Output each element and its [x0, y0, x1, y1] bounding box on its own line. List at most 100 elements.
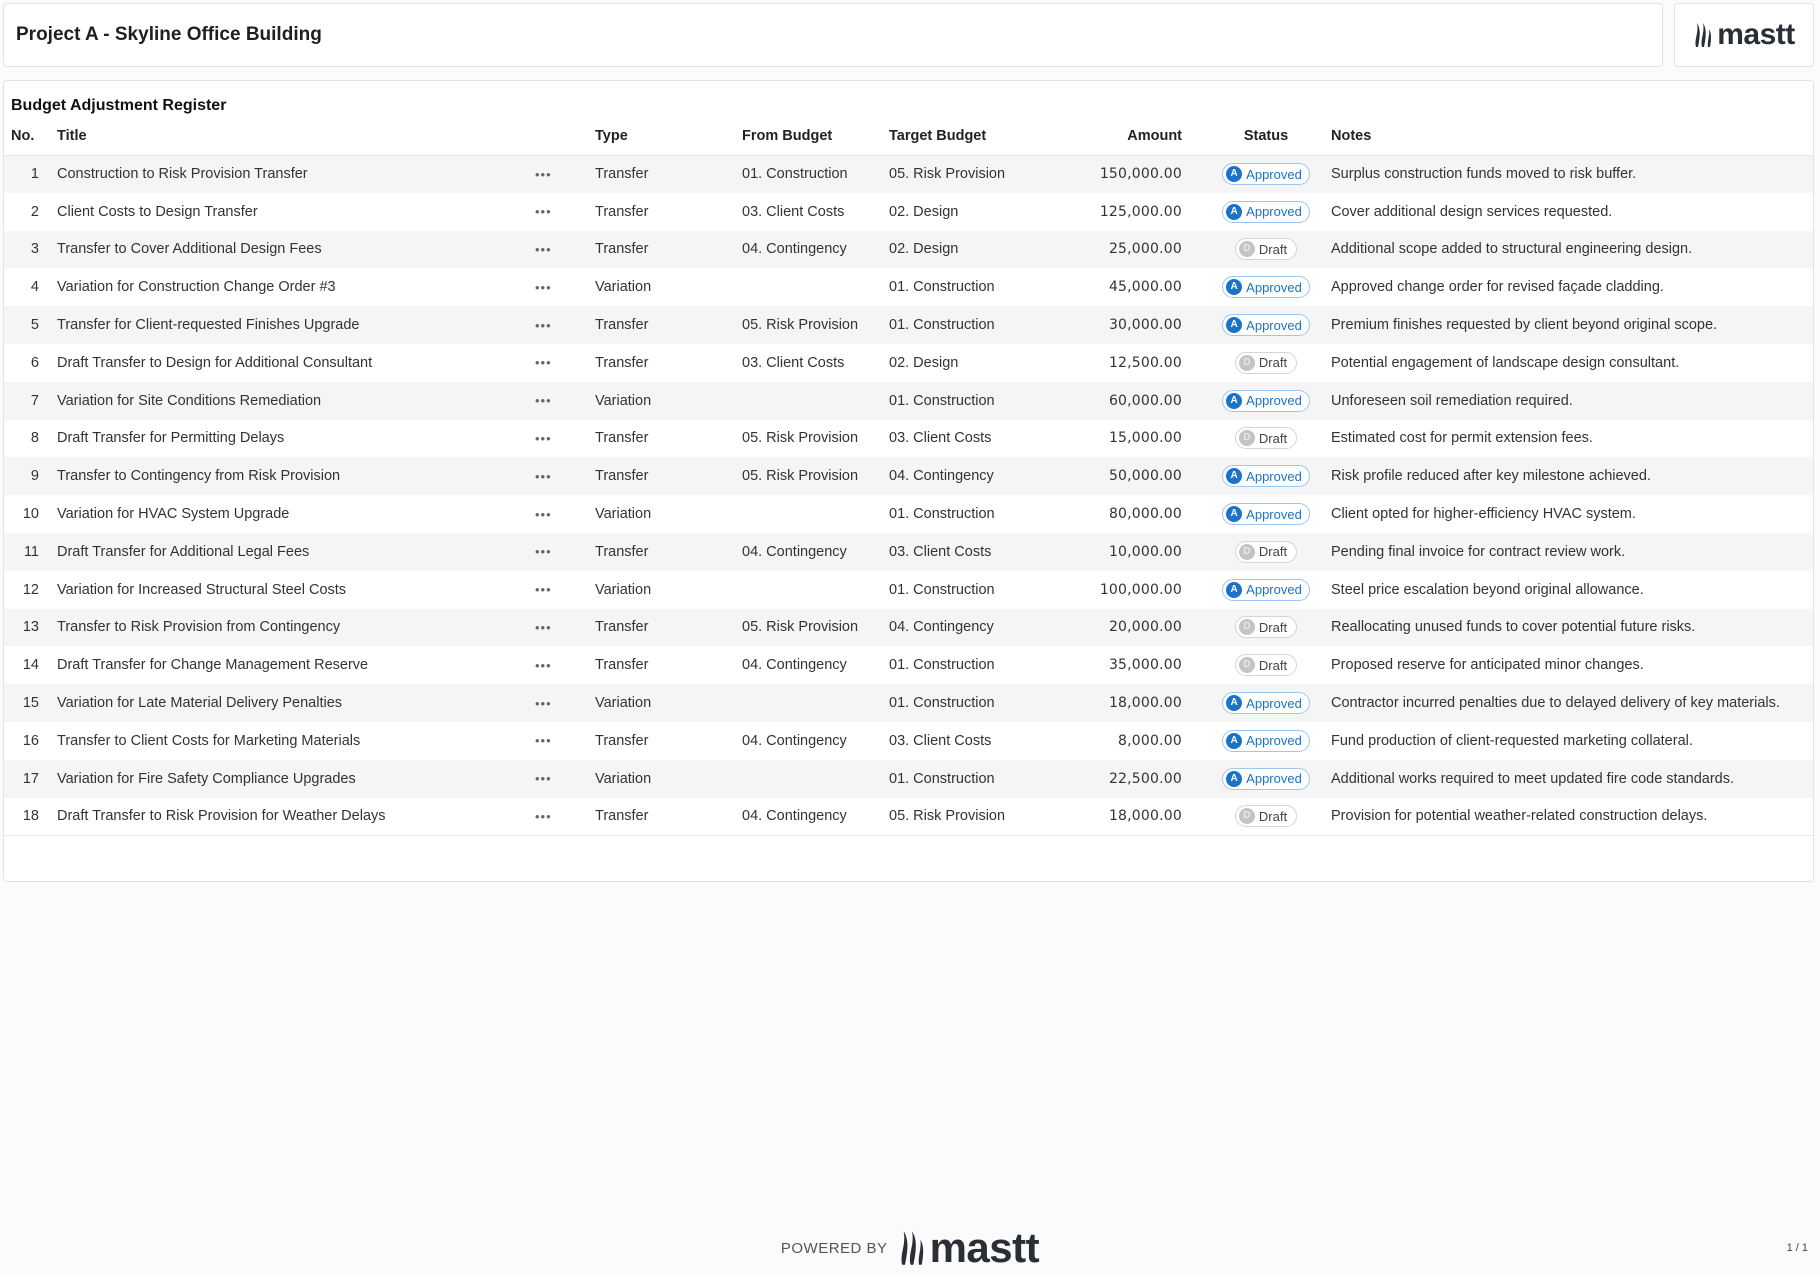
budget-adjustment-register-panel: Budget Adjustment Register No. Title Typ…: [3, 80, 1814, 882]
table-row[interactable]: 7 Variation for Site Conditions Remediati…: [4, 381, 1813, 420]
table-row[interactable]: 16 Transfer to Client Costs for Marketing…: [4, 722, 1813, 760]
status-badge[interactable]: A Approved: [1222, 276, 1310, 299]
row-title[interactable]: Variation for Site Conditions Remediatio…: [49, 381, 535, 420]
col-header-title[interactable]: Title: [49, 117, 535, 156]
table-row[interactable]: 17 Variation for Fire Safety Compliance U…: [4, 759, 1813, 798]
table-row[interactable]: 6 Draft Transfer to Design for Additional…: [4, 344, 1813, 382]
col-header-from-budget[interactable]: From Budget: [742, 117, 889, 156]
row-title[interactable]: Transfer to Cover Additional Design Fees: [49, 230, 535, 269]
status-badge[interactable]: A Approved: [1222, 692, 1310, 715]
status-badge[interactable]: A Approved: [1222, 200, 1310, 223]
status-initial-icon: A: [1226, 166, 1243, 183]
row-title[interactable]: Transfer to Contingency from Risk Provis…: [49, 457, 535, 496]
row-title[interactable]: Transfer to Risk Provision from Continge…: [49, 608, 535, 647]
status-badge[interactable]: D Draft: [1234, 540, 1298, 563]
table-row[interactable]: 3 Transfer to Cover Additional Design Fee…: [4, 230, 1813, 269]
status-label: Draft: [1258, 808, 1288, 824]
row-target-budget: 01. Construction: [889, 759, 1071, 798]
row-title[interactable]: Draft Transfer for Additional Legal Fees: [49, 532, 535, 571]
more-horizontal-icon[interactable]: •••: [535, 306, 595, 344]
more-horizontal-icon[interactable]: •••: [535, 532, 595, 571]
more-horizontal-icon[interactable]: •••: [535, 571, 595, 609]
table-row[interactable]: 11 Draft Transfer for Additional Legal Fe…: [4, 532, 1813, 571]
status-badge[interactable]: A Approved: [1222, 465, 1310, 488]
more-horizontal-icon[interactable]: •••: [535, 684, 595, 722]
more-horizontal-icon[interactable]: •••: [535, 646, 595, 684]
status-badge[interactable]: D Draft: [1234, 654, 1298, 677]
row-title[interactable]: Draft Transfer for Permitting Delays: [49, 420, 535, 458]
row-title[interactable]: Variation for Late Material Delivery Pen…: [49, 684, 535, 722]
status-badge[interactable]: D Draft: [1234, 427, 1298, 450]
more-horizontal-icon[interactable]: •••: [535, 457, 595, 496]
more-horizontal-icon[interactable]: •••: [535, 495, 595, 533]
row-title[interactable]: Draft Transfer to Risk Provision for Wea…: [49, 797, 535, 836]
table-row[interactable]: 12 Variation for Increased Structural Ste…: [4, 571, 1813, 609]
more-horizontal-icon[interactable]: •••: [535, 230, 595, 269]
more-horizontal-icon[interactable]: •••: [535, 155, 595, 193]
row-number: 5: [4, 306, 49, 344]
row-title[interactable]: Draft Transfer for Change Management Res…: [49, 646, 535, 684]
row-from-budget: [742, 495, 889, 533]
status-initial-icon: A: [1226, 317, 1243, 334]
col-header-target-budget[interactable]: Target Budget: [889, 117, 1071, 156]
status-badge[interactable]: A Approved: [1222, 503, 1310, 526]
register-title: Budget Adjustment Register: [11, 97, 227, 114]
row-status: D Draft: [1204, 344, 1328, 382]
row-title[interactable]: Variation for Fire Safety Compliance Upg…: [49, 759, 535, 798]
status-badge[interactable]: A Approved: [1222, 314, 1310, 337]
row-from-budget: 04. Contingency: [742, 657, 847, 674]
table-row[interactable]: 2 Client Costs to Design Transfer ••• Trans…: [4, 193, 1813, 231]
col-header-no[interactable]: No.: [4, 117, 49, 156]
col-header-status[interactable]: Status: [1204, 117, 1328, 156]
table-row[interactable]: 4 Variation for Construction Change Order…: [4, 268, 1813, 306]
more-horizontal-icon[interactable]: •••: [535, 722, 595, 760]
status-badge[interactable]: D Draft: [1234, 238, 1298, 261]
row-notes: Risk profile reduced after key milestone…: [1328, 457, 1813, 496]
row-from-budget: 05. Risk Provision: [742, 608, 889, 647]
row-from-budget: 05. Risk Provision: [742, 306, 889, 344]
status-badge[interactable]: A Approved: [1222, 729, 1310, 752]
more-horizontal-icon[interactable]: •••: [535, 344, 595, 382]
row-title[interactable]: Variation for HVAC System Upgrade: [49, 495, 535, 533]
row-title[interactable]: Variation for Increased Structural Steel…: [49, 571, 535, 609]
status-badge[interactable]: A Approved: [1222, 389, 1310, 412]
more-horizontal-icon[interactable]: •••: [535, 268, 595, 306]
row-title[interactable]: Transfer for Client-requested Finishes U…: [49, 306, 535, 344]
row-title[interactable]: Construction to Risk Provision Transfer: [49, 155, 535, 193]
more-horizontal-icon[interactable]: •••: [535, 608, 595, 647]
table-row[interactable]: 5 Transfer for Client-requested Finishes …: [4, 306, 1813, 344]
more-horizontal-icon[interactable]: •••: [535, 381, 595, 420]
col-header-notes[interactable]: Notes: [1328, 117, 1813, 156]
status-badge[interactable]: D Draft: [1234, 616, 1298, 639]
table-row[interactable]: 14 Draft Transfer for Change Management R…: [4, 646, 1813, 684]
table-row[interactable]: 13 Transfer to Risk Provision from Contin…: [4, 608, 1813, 647]
col-header-type[interactable]: Type: [595, 117, 742, 156]
more-horizontal-icon[interactable]: •••: [535, 797, 595, 836]
status-label: Approved: [1246, 279, 1302, 295]
more-horizontal-icon[interactable]: •••: [535, 759, 595, 798]
status-badge[interactable]: D Draft: [1234, 805, 1298, 828]
table-row[interactable]: 1 Construction to Risk Provision Transfer…: [4, 155, 1813, 193]
col-header-amount[interactable]: Amount: [1071, 117, 1204, 156]
row-title[interactable]: Draft Transfer to Design for Additional …: [49, 344, 535, 382]
row-number: 8: [30, 430, 39, 447]
row-target-budget: 01. Construction: [889, 306, 1071, 344]
row-title[interactable]: Variation for Construction Change Order …: [49, 268, 535, 306]
table-row[interactable]: 9 Transfer to Contingency from Risk Provi…: [4, 457, 1813, 496]
status-label: Approved: [1246, 582, 1302, 598]
table-row[interactable]: 18 Draft Transfer to Risk Provision for W…: [4, 797, 1813, 836]
more-horizontal-icon[interactable]: •••: [535, 193, 595, 231]
more-horizontal-icon[interactable]: •••: [535, 420, 595, 458]
table-row[interactable]: 8 Draft Transfer for Permitting Delays •••…: [4, 420, 1813, 458]
row-title[interactable]: Client Costs to Design Transfer: [49, 193, 535, 231]
row-target-budget: 03. Client Costs: [889, 430, 992, 447]
status-badge[interactable]: A Approved: [1222, 163, 1310, 186]
status-badge[interactable]: A Approved: [1222, 767, 1310, 790]
row-title[interactable]: Transfer to Client Costs for Marketing M…: [49, 722, 535, 760]
row-type: Transfer: [595, 457, 742, 496]
table-row[interactable]: 15 Variation for Late Material Delivery P…: [4, 684, 1813, 722]
table-row[interactable]: 10 Variation for HVAC System Upgrade ••• Va…: [4, 495, 1813, 533]
row-target-budget: 01. Construction: [889, 506, 995, 523]
status-badge[interactable]: D Draft: [1234, 351, 1298, 374]
status-badge[interactable]: A Approved: [1222, 578, 1310, 601]
